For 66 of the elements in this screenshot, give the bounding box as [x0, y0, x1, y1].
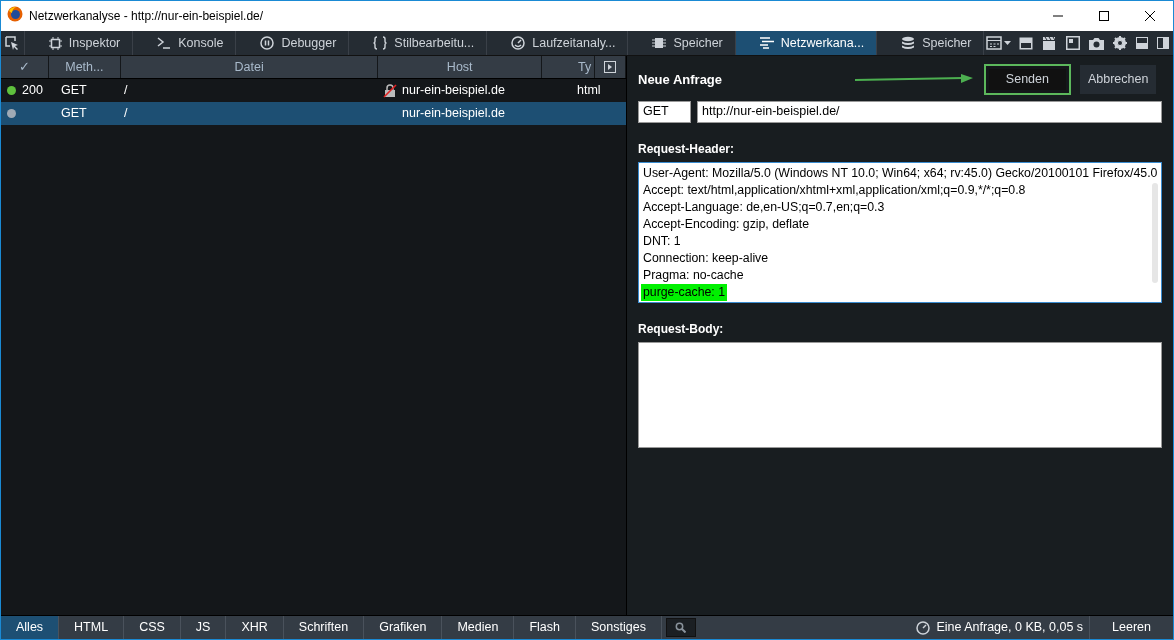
host-text: nur-ein-beispiel.de: [402, 105, 505, 123]
filter-button[interactable]: Grafiken: [364, 616, 443, 639]
column-header[interactable]: ✓: [18, 57, 30, 77]
header-line: DNT: 1: [643, 232, 681, 250]
filter-button[interactable]: Flash: [514, 616, 576, 639]
devtools-tab[interactable]: Debugger: [236, 31, 350, 55]
status-code: 200: [22, 82, 43, 100]
request-row[interactable]: GET / nur-ein-beispiel.de: [1, 102, 626, 125]
column-header[interactable]: Datei: [234, 57, 264, 77]
header-line: Accept-Language: de,en-US;q=0.7,en;q=0.3: [643, 198, 885, 216]
file-text: /: [124, 83, 128, 98]
body-label: Request-Body:: [638, 320, 725, 338]
braces-icon: [373, 36, 388, 50]
console-icon: [157, 37, 172, 49]
filter-button[interactable]: XHR: [226, 616, 284, 639]
body-textarea[interactable]: [638, 341, 1163, 448]
headers-label: Request-Header:: [638, 140, 736, 158]
url-field[interactable]: http://nur-ein-beispiel.de/: [697, 100, 1163, 123]
panel-title: Neue Anfrage: [638, 70, 723, 89]
window-title: Netzwerkanalyse - http://nur-ein-beispiel.de/: [29, 8, 264, 25]
method-field[interactable]: GET: [638, 100, 691, 123]
devtools-tab[interactable]: Speicher: [628, 31, 736, 55]
pause-icon: [260, 36, 275, 50]
filter-button[interactable]: Alles: [1, 616, 60, 639]
search-icon: [675, 622, 687, 633]
chip-icon: [48, 36, 62, 50]
browser-logo-icon: [7, 5, 23, 22]
column-header[interactable]: Ty: [578, 57, 592, 77]
column-header[interactable]: Host: [446, 57, 473, 77]
request-row[interactable]: 200 GET / nur-ein-beispiel.de html: [1, 79, 626, 102]
send-button[interactable]: Senden: [983, 64, 1071, 95]
lines-icon: [759, 37, 774, 49]
devtools-tab[interactable]: Speicher: [877, 31, 985, 55]
memory-chip-icon: [652, 36, 667, 50]
header-line: Pragma: no-cache: [643, 266, 744, 284]
clear-button[interactable]: Leeren: [1090, 616, 1173, 639]
devtools-tab[interactable]: Inspektor: [24, 31, 134, 55]
filter-button[interactable]: JS: [180, 616, 227, 639]
gauge-icon: [511, 36, 526, 50]
method-text: GET: [61, 106, 87, 121]
headers-textarea[interactable]: [638, 161, 1163, 303]
filter-button[interactable]: Medien: [442, 616, 515, 639]
header-line: Accept: text/html,application/xhtml+xml,application/xml;q=0.9,*/*;q=0.8: [643, 181, 1026, 199]
database-icon: [901, 36, 916, 50]
header-line: User-Agent: Mozilla/5.0 (Windows NT 10.0; Win64; x64; rv:45.0) Gecko/20100101 Firefox/45.0: [643, 164, 1158, 182]
filter-button[interactable]: Sonstiges: [576, 616, 662, 639]
filter-button[interactable]: CSS: [124, 616, 181, 639]
header-line: Connection: keep-alive: [643, 249, 769, 267]
file-text: /: [124, 106, 128, 121]
search-button[interactable]: [665, 618, 696, 637]
panel-toggle-icon[interactable]: [604, 61, 616, 73]
summary-text: Eine Anfrage, 0 KB, 0,05 s: [936, 619, 1084, 637]
devtools-tab[interactable]: Stilbearbeitu...: [349, 31, 488, 55]
type-text: html: [577, 83, 601, 98]
filter-button[interactable]: Schriften: [283, 616, 365, 639]
method-text: GET: [61, 83, 87, 98]
gauge-icon: [916, 620, 931, 635]
host-text: nur-ein-beispiel.de: [402, 82, 505, 100]
devtools-tab[interactable]: Netzwerkana...: [735, 31, 878, 55]
devtools-tab[interactable]: Konsole: [133, 31, 237, 55]
column-header[interactable]: Meth...: [65, 57, 104, 77]
devtools-tab[interactable]: Laufzeitanaly...: [487, 31, 629, 55]
header-line: Accept-Encoding: gzip, deflate: [643, 215, 810, 233]
scrollbar[interactable]: [1152, 182, 1159, 283]
cancel-button[interactable]: Abbrechen: [1079, 65, 1157, 94]
filter-button[interactable]: HTML: [59, 616, 125, 639]
